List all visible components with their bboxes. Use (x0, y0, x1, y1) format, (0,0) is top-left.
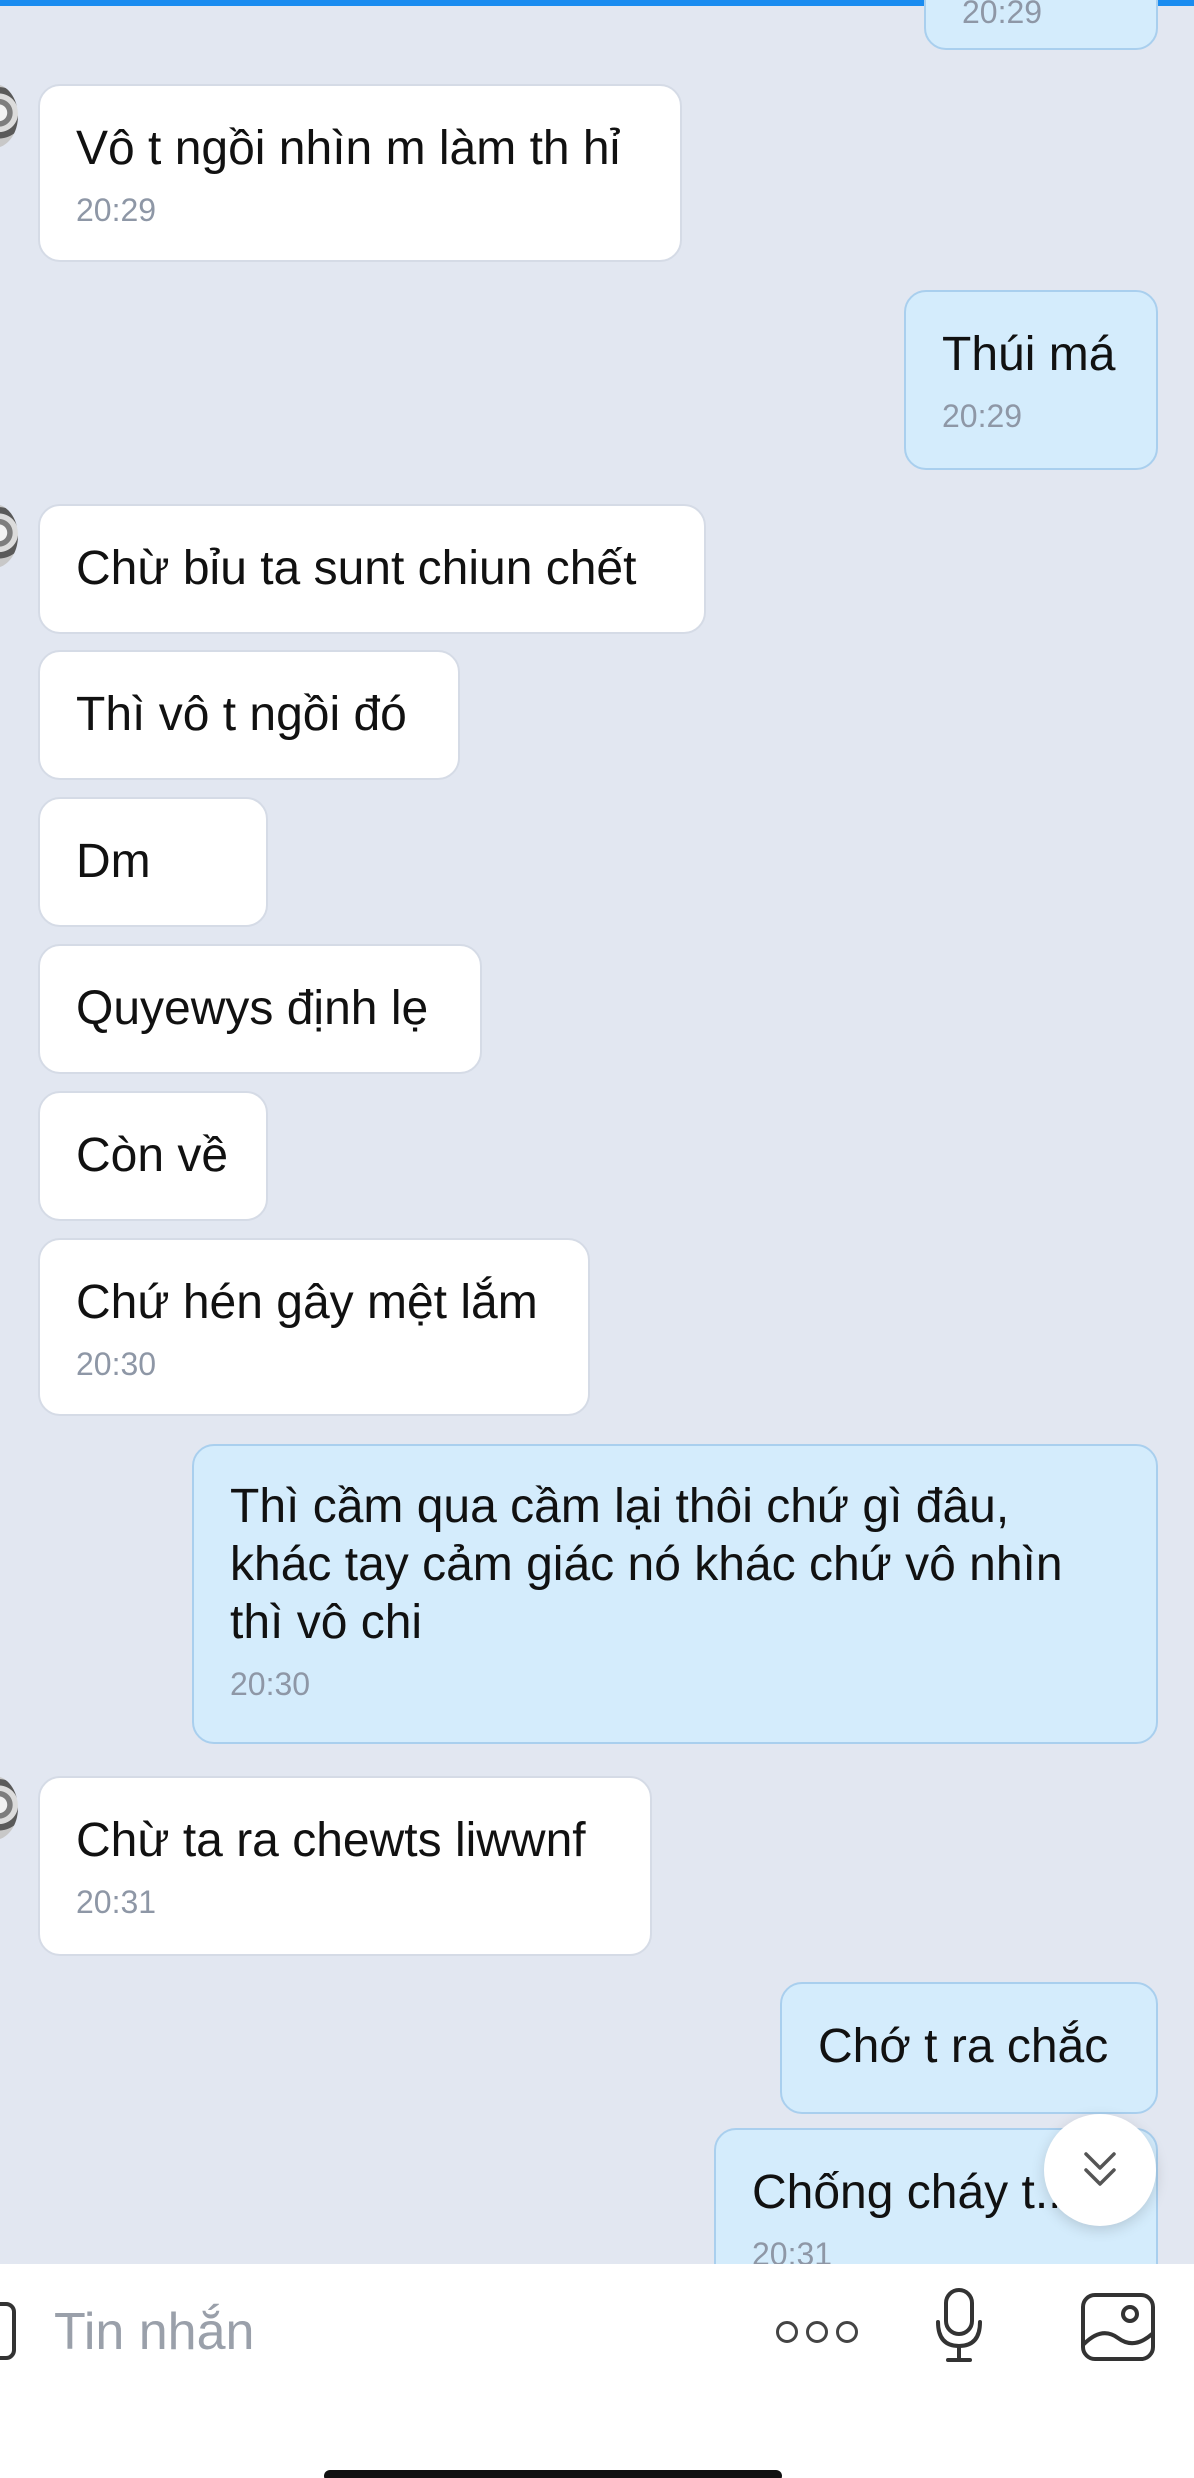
message-text: Thì cầm qua cầm lại thôi chứ gì đâu, khá… (230, 1480, 1063, 1649)
message-text: Dm (76, 835, 151, 888)
message-time: 20:30 (230, 1666, 311, 1702)
message-bubble-outgoing[interactable]: 20:29 (924, 0, 1158, 50)
message-bubble-incoming[interactable]: Còn về (38, 1091, 268, 1221)
message-text: Quyewys định lẹ (76, 982, 429, 1035)
microphone-icon[interactable] (934, 2286, 984, 2366)
message-bubble-incoming[interactable]: Chừ ta ra chewts liwwnf 20:31 (38, 1776, 652, 1956)
message-bubble-incoming[interactable]: Quyewys định lẹ (38, 944, 482, 1074)
more-options-icon[interactable] (776, 2314, 858, 2350)
message-text: Chừ bỉu ta sunt chiun chết (76, 542, 637, 595)
message-time: 20:31 (752, 2236, 833, 2264)
message-bubble-outgoing[interactable]: Thì cầm qua cầm lại thôi chứ gì đâu, khá… (192, 1444, 1158, 1744)
image-icon[interactable] (1080, 2292, 1156, 2362)
message-text: Chớ t ra chắc (818, 2020, 1109, 2073)
emoji-icon[interactable] (0, 2302, 16, 2360)
home-indicator (324, 2470, 782, 2478)
avatar[interactable] (0, 84, 18, 148)
message-bubble-incoming[interactable]: Vô t ngồi nhìn m làm th hỉ 20:29 (38, 84, 682, 262)
message-time: 20:31 (76, 1884, 157, 1920)
message-bubble-outgoing[interactable]: Chớ t ra chắc (780, 1982, 1158, 2114)
message-bubble-incoming[interactable]: Thì vô t ngồi đó (38, 650, 460, 780)
avatar[interactable] (0, 1776, 18, 1840)
message-bubble-incoming[interactable]: Chứ hén gây mệt lắm 20:30 (38, 1238, 590, 1416)
message-text: Vô t ngồi nhìn m làm th hỉ (76, 122, 621, 175)
message-text: Chứ hén gây mệt lắm (76, 1276, 538, 1329)
scroll-to-bottom-button[interactable] (1044, 2114, 1156, 2226)
message-list[interactable]: 20:29 Vô t ngồi nhìn m làm th hỉ 20:29 T… (0, 0, 1194, 2264)
message-bubble-incoming[interactable]: Dm (38, 797, 268, 927)
message-text: Thúi má (942, 328, 1116, 381)
message-time: 20:29 (76, 192, 157, 228)
message-text: Còn về (76, 1129, 229, 1182)
avatar[interactable] (0, 504, 18, 568)
message-input-bar: Tin nhắn (0, 2264, 1194, 2478)
message-text: Chống cháy t... (752, 2166, 1075, 2219)
message-time: 20:30 (76, 1346, 157, 1382)
chevron-double-down-icon (1084, 2152, 1116, 2186)
message-time: 20:29 (942, 398, 1023, 434)
message-input[interactable]: Tin nhắn (54, 2302, 254, 2362)
message-bubble-outgoing[interactable]: Thúi má 20:29 (904, 290, 1158, 470)
message-time: 20:29 (962, 0, 1043, 30)
message-text: Thì vô t ngồi đó (76, 688, 407, 741)
message-text: Chừ ta ra chewts liwwnf (76, 1814, 586, 1867)
message-bubble-incoming[interactable]: Chừ bỉu ta sunt chiun chết (38, 504, 706, 634)
